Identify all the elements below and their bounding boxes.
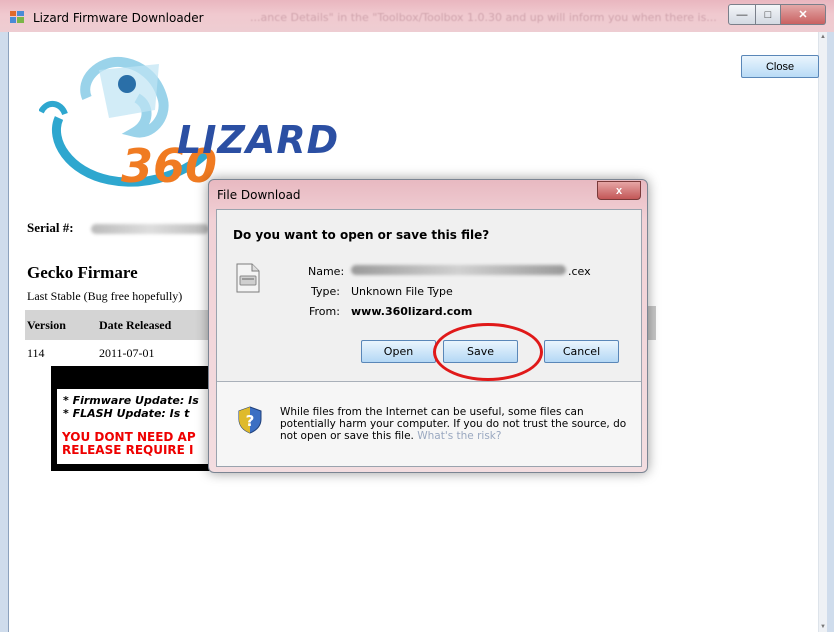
table-header: Version Date Released (25, 310, 213, 340)
open-button[interactable]: Open (361, 340, 436, 363)
scroll-down-icon[interactable]: ▼ (819, 624, 827, 630)
file-icon (236, 263, 260, 293)
redacted-file-name (351, 265, 566, 275)
type-label: Type: (311, 285, 340, 298)
dialog-question: Do you want to open or save this file? (233, 228, 490, 242)
whats-the-risk-link[interactable]: What's the risk? (417, 430, 501, 442)
firmware-heading: Gecko Firmare (27, 263, 138, 282)
security-warning: While files from the Internet can be use… (280, 406, 630, 442)
column-header-version: Version (27, 318, 66, 332)
notice-line-firmware: * Firmware Update: Is (63, 394, 199, 407)
file-download-dialog: File Download x Do you want to open or s… (208, 179, 648, 473)
annotation-circle (433, 323, 543, 381)
svg-text:?: ? (246, 412, 255, 430)
shield-icon: ? (238, 406, 262, 434)
dialog-close-button[interactable]: x (597, 181, 641, 200)
maximize-button[interactable]: □ (756, 4, 781, 25)
background-window-title: ...ance Details" in the "Toolbox/Toolbox… (250, 11, 717, 24)
file-extension: .cex (568, 265, 591, 278)
app-window-icon (10, 11, 24, 23)
notice-line-flash: * FLASH Update: Is t (63, 407, 190, 420)
cancel-button[interactable]: Cancel (544, 340, 619, 363)
vertical-scrollbar[interactable]: ▲ ▼ (818, 32, 827, 632)
title-bar: Lizard Firmware Downloader ...ance Detai… (0, 0, 834, 32)
notice-warning-line2: RELEASE REQUIRE I (62, 443, 194, 457)
scroll-up-icon[interactable]: ▲ (819, 34, 827, 40)
type-value: Unknown File Type (351, 285, 453, 298)
from-value: www.360lizard.com (351, 305, 473, 318)
column-header-date: Date Released (99, 318, 172, 332)
dialog-divider (217, 381, 641, 382)
window-close-button[interactable]: ✕ (781, 4, 826, 25)
name-label: Name: (308, 265, 345, 278)
dialog-title: File Download (217, 188, 301, 202)
dialog-body: Do you want to open or save this file? N… (216, 209, 642, 467)
redacted-serial (91, 224, 209, 234)
window-title: Lizard Firmware Downloader (33, 11, 204, 25)
serial-label: Serial #: (27, 220, 74, 235)
notice-warning-line1: YOU DONT NEED AP (62, 430, 196, 444)
firmware-subheading: Last Stable (Bug free hopefully) (27, 289, 183, 303)
close-button[interactable]: Close (741, 55, 819, 78)
from-label: From: (309, 305, 340, 318)
cell-version: 114 (27, 346, 45, 360)
logo-wordmark: LIZARD (177, 118, 340, 162)
cell-date: 2011-07-01 (99, 346, 155, 360)
minimize-button[interactable]: — (728, 4, 756, 25)
